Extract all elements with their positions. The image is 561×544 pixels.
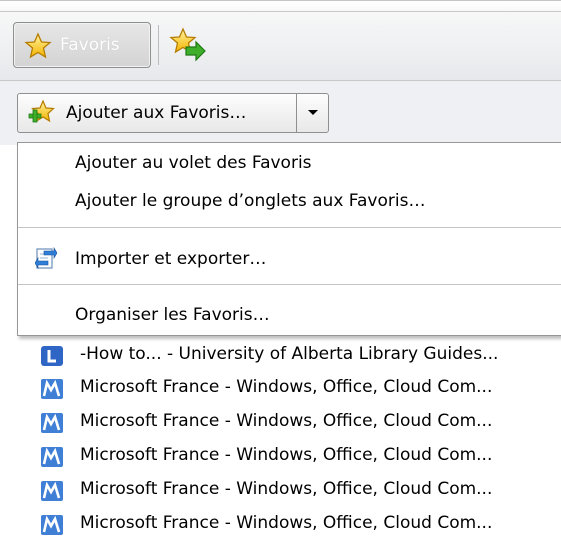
add-to-favorites-menu: Ajouter au volet des Favoris Ajouter le … [17, 142, 561, 336]
toolbar-top-border [0, 11, 561, 12]
add-to-favorites-bar-icon[interactable] [168, 27, 208, 63]
favorites-bar: Favoris [0, 0, 561, 81]
favorite-item[interactable]: Microsoft France - Windows, Office, Clou… [0, 439, 561, 473]
favorite-item[interactable]: Microsoft France - Windows, Office, Clou… [0, 371, 561, 405]
favorites-button[interactable]: Favoris [13, 22, 151, 68]
menu-item-add-to-favorites-bar[interactable]: Ajouter au volet des Favoris [75, 153, 312, 173]
microsoft-favicon [41, 379, 63, 399]
favorite-item-label: Microsoft France - Windows, Office, Clou… [80, 377, 493, 397]
favorite-item[interactable]: -How to... - University of Alberta Libra… [0, 338, 561, 372]
microsoft-favicon [41, 413, 63, 433]
microsoft-favicon [41, 481, 63, 501]
microsoft-favicon [41, 447, 63, 467]
menu-item-add-tab-group[interactable]: Ajouter le groupe d’onglets aux Favoris… [75, 191, 425, 211]
favorites-button-label: Favoris [60, 35, 120, 55]
microsoft-favicon [41, 515, 63, 535]
favorite-item-label: Microsoft France - Windows, Office, Clou… [80, 513, 493, 533]
import-export-icon [35, 247, 57, 270]
favorites-panel-header: Ajouter aux Favoris… [0, 80, 561, 145]
favorite-item[interactable]: Microsoft France - Windows, Office, Clou… [0, 507, 561, 541]
star-icon [24, 32, 52, 59]
menu-separator [18, 227, 561, 228]
favorite-item[interactable]: Microsoft France - Windows, Office, Clou… [0, 405, 561, 439]
menu-separator [18, 284, 561, 285]
favorite-item-label: Microsoft France - Windows, Office, Clou… [80, 445, 493, 465]
favorite-item-label: -How to... - University of Alberta Libra… [80, 344, 499, 364]
menu-item-organize-favorites[interactable]: Organiser les Favoris… [75, 305, 270, 325]
add-to-favorites-split-button[interactable]: Ajouter aux Favoris… [17, 93, 329, 133]
add-to-favorites-label: Ajouter aux Favoris… [66, 103, 247, 123]
toolbar-separator [158, 25, 159, 65]
menu-item-import-export[interactable]: Importer et exporter… [75, 249, 266, 269]
favorite-item[interactable]: Microsoft France - Windows, Office, Clou… [0, 473, 561, 507]
favorites-list: -How to... - University of Alberta Libra… [0, 336, 561, 544]
library-favicon [41, 346, 63, 366]
favorite-item-label: Microsoft France - Windows, Office, Clou… [80, 411, 493, 431]
favorite-item-label: Microsoft France - Windows, Office, Clou… [80, 479, 493, 499]
star-add-icon [28, 100, 55, 123]
add-to-favorites-dropdown-arrow[interactable] [297, 94, 328, 132]
